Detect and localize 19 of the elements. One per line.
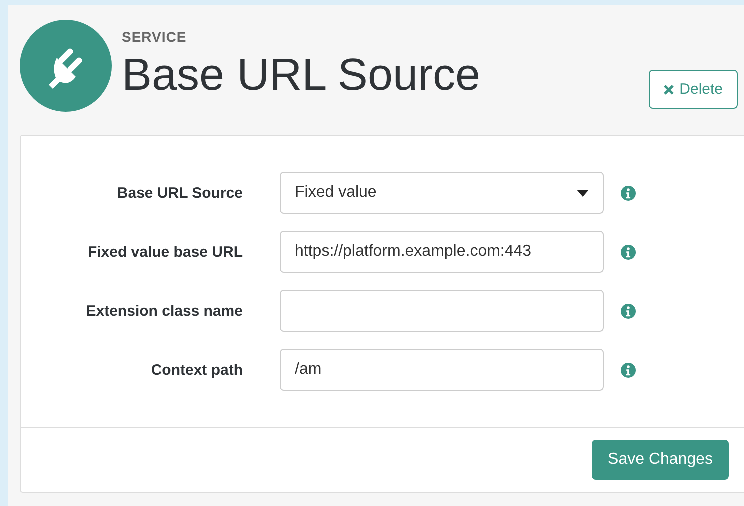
info-icon[interactable] [621,304,636,318]
info-icon[interactable] [621,186,636,200]
select-field[interactable]: Fixed value [280,172,604,214]
input-field[interactable]: /am [280,349,604,391]
field-label: Base URL Source [116,184,243,202]
info-icon[interactable] [621,362,636,378]
field-label: Fixed value base URL [86,244,243,260]
close-icon [664,84,674,94]
caret-icon [577,190,589,196]
page-title: Base URL Source [122,49,482,101]
input-field[interactable] [280,290,604,332]
plug-icon [20,20,112,112]
input-field[interactable]: https://platform.example.com:443 [280,231,604,273]
field-label: Context path [150,362,243,378]
save-button[interactable]: Save Changes [592,440,729,480]
delete-button[interactable]: Delete [648,70,738,109]
field-label: Extension class name [85,302,243,320]
info-icon[interactable] [621,244,636,260]
section-label: SERVICE [122,29,188,45]
